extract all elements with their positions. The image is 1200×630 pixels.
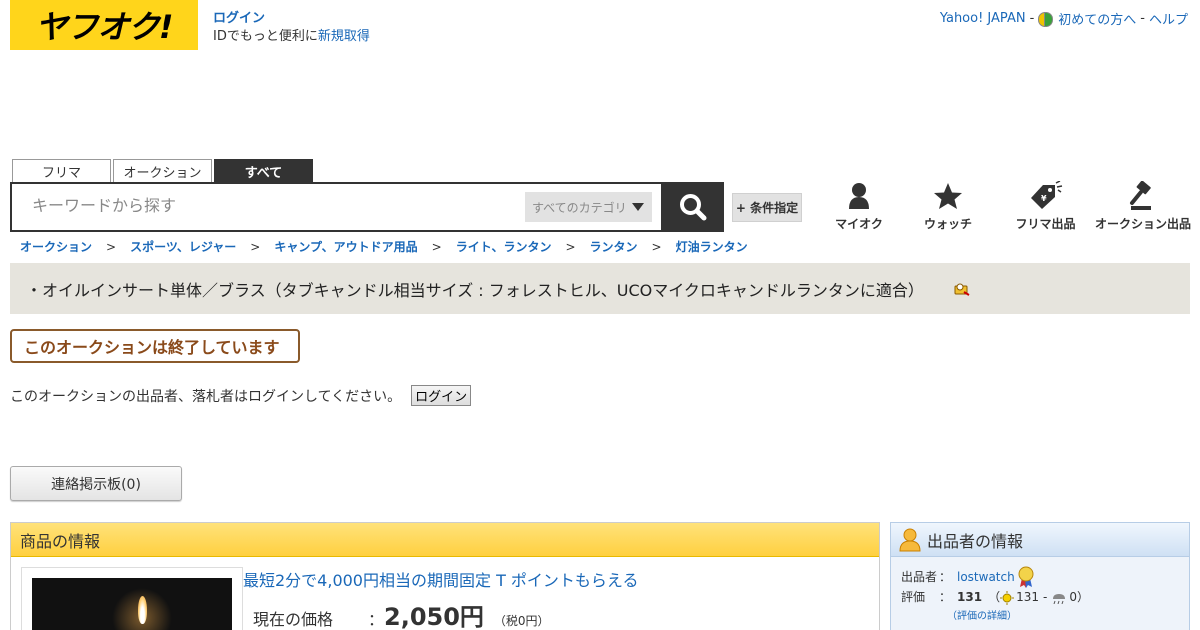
rating-detail-link[interactable]: （評価の詳細） [947,607,1017,626]
breadcrumb-item[interactable]: ライト、ランタン [456,238,552,255]
login-sub-text: IDでもっと便利に [213,29,318,44]
breadcrumb-separator: > [565,239,576,254]
nav-my-auction[interactable]: マイオク [820,180,898,232]
price-row: 現在の価格 ： 2,050円 （税0円） [253,597,550,630]
category-select-value: すべてのカテゴリ [532,200,627,215]
category-select[interactable]: すべてのカテゴリ [525,192,652,222]
beginner-leaf-icon [1038,11,1054,27]
breadcrumb-separator: > [431,239,442,254]
nav-label: オークション出品 [1094,217,1191,231]
seller-badge-icon[interactable] [954,282,970,296]
top-link-separator: - [1029,11,1035,26]
product-info-header: 商品の情報 [11,523,879,557]
rating-label: 評価 [901,590,926,604]
login-link[interactable]: ログイン [213,11,265,26]
nav-auction-listing[interactable]: オークション出品 [1093,180,1193,232]
search-box: すべてのカテゴリ [10,182,663,232]
yahoo-japan-link[interactable]: Yahoo! JAPAN [940,11,1026,26]
rating-colon: ： [939,590,952,604]
nav-label: フリマ出品 [1015,217,1076,231]
seller-name-link[interactable]: lostwatch [957,568,1015,587]
price-label: 現在の価格 [253,610,334,629]
seller-label: 出品者 [901,569,938,584]
search-input[interactable] [32,196,512,215]
current-price: 2,050円 [384,603,484,630]
auction-ended-badge: このオークションは終了しています [10,329,300,363]
rating-medal-icon [1018,566,1034,588]
rating-good: 131 [1016,590,1039,604]
breadcrumb-separator: > [106,239,117,254]
gavel-icon [1130,181,1151,210]
seller-info-title: 出品者の情報 [927,531,1024,551]
tax-amount: （税0円） [493,614,550,628]
breadcrumb-separator: > [651,239,662,254]
search-tabs: フリマ オークション すべて [12,159,313,183]
condition-button[interactable]: + 条件指定 [732,193,802,222]
person-icon [899,528,921,551]
login-notice: このオークションの出品者、落札者はログインしてください。 ログイン [10,385,472,406]
register-link[interactable]: 新規取得 [318,29,370,44]
seller-info-panel: 出品者の情報 出品者 ： lostwatch 評価 ： 131 （ 131 - [890,522,1190,630]
item-title: ・オイルインサート単体／ブラス（タブキャンドル相当サイズ : フォレストヒル、U… [26,280,924,300]
item-title-bar: ・オイルインサート単体／ブラス（タブキャンドル相当サイズ : フォレストヒル、U… [10,263,1190,314]
message-board-button[interactable]: 連絡掲示板(0) [10,466,182,501]
product-info-panel: 商品の情報 最短2分で4,000円相当の期間固定 T ポイントもらえる 現在の価… [10,522,880,630]
nav-watch[interactable]: ウォッチ [898,180,998,232]
breadcrumb-separator: > [250,239,261,254]
rating-dash: - [1042,590,1048,604]
user-icon [849,183,869,209]
tab-all[interactable]: すべて [214,159,313,183]
rating-close-paren: ） [1076,590,1089,604]
login-area: ログイン IDでもっと便利に新規取得 [213,10,370,46]
login-button[interactable]: ログイン [411,385,472,406]
svg-text:¥: ¥ [1041,194,1047,203]
candle-flame [138,596,147,624]
tab-furima[interactable]: フリマ [12,159,111,183]
good-rating-icon [1000,590,1015,605]
tpoint-promo-link[interactable]: 最短2分で4,000円相当の期間固定 T ポイントもらえる [243,567,638,591]
rating-total: 131 [957,590,983,604]
top-link-separator: - [1140,11,1145,26]
breadcrumb-item[interactable]: 灯油ランタン [676,238,748,255]
price-tag-icon: ¥ [1030,181,1062,209]
product-thumbnail[interactable] [21,567,243,630]
star-icon [934,183,962,209]
seller-info-header: 出品者の情報 [891,523,1189,557]
nav-icons: マイオク ウォッチ ¥ フリマ出品 オークション出品 [820,180,1193,232]
search-icon [680,194,707,221]
price-colon: ： [368,610,385,629]
logo-text: ヤフオク! [35,8,174,46]
breadcrumb-item[interactable]: ランタン [590,238,638,255]
bad-rating-icon [1053,593,1066,604]
yahuoku-logo[interactable]: ヤフオク! [10,0,198,50]
rating-open-paren: （ [988,590,1001,604]
top-links: Yahoo! JAPAN - 初めての方へ - ヘルプ [940,9,1188,28]
chevron-down-icon [632,203,644,211]
search-button[interactable] [662,182,724,232]
breadcrumb-item[interactable]: オークション [20,238,92,255]
product-image [32,578,232,630]
nav-furima-listing[interactable]: ¥ フリマ出品 [998,180,1093,232]
help-link[interactable]: ヘルプ [1149,9,1188,28]
breadcrumb-item[interactable]: キャンプ、アウトドア用品 [274,238,417,255]
breadcrumb: オークション > スポーツ、レジャー > キャンプ、アウトドア用品 > ライト、… [20,238,748,255]
nav-label: ウォッチ [923,217,972,231]
nav-label: マイオク [835,217,883,231]
beginner-link[interactable]: 初めての方へ [1058,9,1136,28]
login-notice-text: このオークションの出品者、落札者はログインしてください。 [10,388,402,405]
rating-bad: 0 [1069,590,1077,604]
tab-auction[interactable]: オークション [113,159,212,183]
breadcrumb-item[interactable]: スポーツ、レジャー [130,238,236,255]
seller-colon: ： [939,569,952,584]
seller-rows: 出品者 ： lostwatch 評価 ： 131 （ 131 - 0 ） （評価… [901,566,1089,626]
